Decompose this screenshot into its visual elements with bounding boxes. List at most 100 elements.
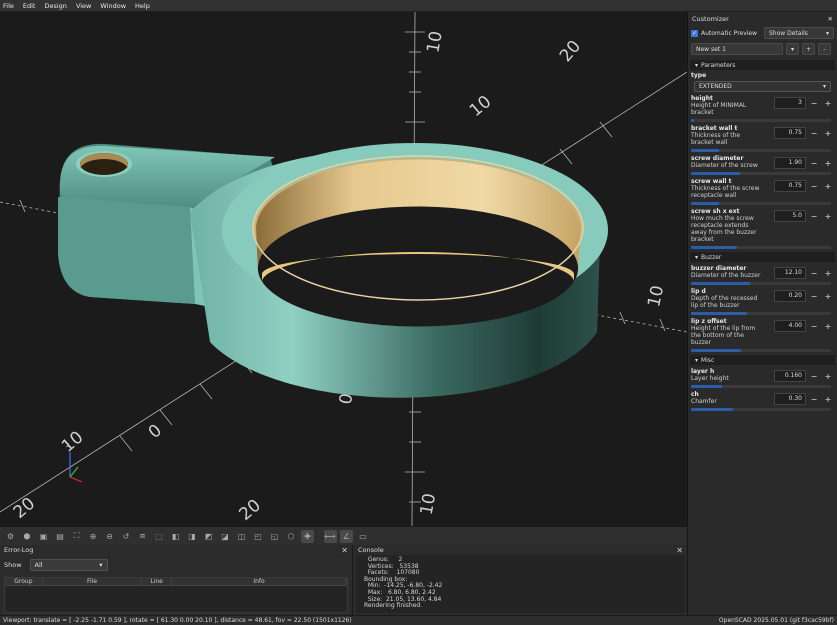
param-description: Height of MINIMAL bracket	[691, 102, 747, 116]
view-back-icon[interactable]: ◰	[252, 530, 265, 543]
decrement-button[interactable]: −	[808, 157, 820, 169]
show-filter-select[interactable]: All ▾	[29, 559, 108, 571]
decrement-button[interactable]: −	[808, 180, 820, 192]
menu-view[interactable]: View	[76, 2, 91, 10]
increment-button[interactable]: +	[822, 210, 834, 222]
section-misc[interactable]: ▾ Misc	[690, 355, 835, 365]
view-top-icon[interactable]: ◨	[186, 530, 199, 543]
decrement-button[interactable]: −	[808, 393, 820, 405]
param-row: 3− + height Height of MINIMAL bracket	[688, 95, 837, 122]
console-line: Rendering finished.	[364, 602, 423, 610]
remove-preset-button[interactable]: -	[818, 43, 831, 55]
preview-icon[interactable]: ⚙	[4, 530, 17, 543]
param-value-input[interactable]: 0.20	[774, 290, 806, 302]
param-slider[interactable]	[691, 246, 831, 249]
param-slider[interactable]	[691, 282, 831, 285]
add-preset-button[interactable]: +	[802, 43, 815, 55]
close-icon[interactable]: ✕	[341, 546, 348, 555]
chevron-down-icon: ▾	[825, 29, 829, 37]
param-row: 0.30− + ch Chamfer	[688, 391, 837, 411]
column-header[interactable]: Info	[172, 578, 347, 585]
param-value-input[interactable]: 0.160	[774, 370, 806, 382]
param-value-input[interactable]: 0.75	[774, 180, 806, 192]
param-value-input[interactable]: 12.10	[774, 267, 806, 279]
menu-design[interactable]: Design	[44, 2, 66, 10]
perspective-icon[interactable]: ⧈	[136, 530, 149, 543]
type-select[interactable]: EXTENDED ▾	[694, 81, 831, 92]
gizmo-z-label: z	[66, 442, 69, 449]
view-bottom-icon[interactable]: ◩	[202, 530, 215, 543]
param-slider[interactable]	[691, 408, 831, 411]
param-description: How much the screw receptacle extends aw…	[691, 215, 757, 243]
section-parameters[interactable]: ▾ Parameters	[690, 60, 835, 70]
show-details-select[interactable]: Show Details ▾	[764, 27, 834, 39]
param-value-input[interactable]: 1.90	[774, 157, 806, 169]
increment-button[interactable]: +	[822, 97, 834, 109]
show-axes-icon[interactable]: ✚	[301, 529, 314, 543]
chevron-down-icon[interactable]: ▾	[786, 43, 799, 55]
reset-view-icon[interactable]: ↺	[120, 530, 133, 543]
customizer-title: Customizer	[692, 14, 729, 23]
auto-preview-checkbox[interactable]: ✓	[691, 29, 698, 37]
decrement-button[interactable]: −	[808, 97, 820, 109]
column-header[interactable]: Group	[5, 578, 43, 585]
param-slider[interactable]	[691, 385, 831, 388]
param-value-input[interactable]: 4.00	[774, 320, 806, 332]
view-all-icon[interactable]: ⛶	[70, 530, 83, 543]
increment-button[interactable]: +	[822, 370, 834, 382]
view-diagonal-icon[interactable]: ◱	[268, 530, 281, 543]
increment-button[interactable]: +	[822, 180, 834, 192]
param-slider[interactable]	[691, 119, 831, 122]
menu-edit[interactable]: Edit	[23, 2, 36, 10]
decrement-button[interactable]: −	[808, 210, 820, 222]
param-slider[interactable]	[691, 202, 831, 205]
param-slider[interactable]	[691, 312, 831, 315]
view-right-icon[interactable]: ◧	[169, 530, 182, 543]
crosshairs-icon[interactable]: ▭	[357, 530, 370, 543]
increment-button[interactable]: +	[822, 320, 834, 332]
section-buzzer[interactable]: ▾ Buzzer	[690, 252, 835, 262]
param-value-input[interactable]: 0.75	[774, 127, 806, 139]
param-description: Diameter of the buzzer	[691, 272, 761, 279]
3d-viewport[interactable]: 10 20 10 10 20 10 10 20 0 0 z	[0, 12, 687, 526]
measure-distance-icon[interactable]: ⟷	[323, 529, 337, 543]
decrement-button[interactable]: −	[808, 320, 820, 332]
increment-button[interactable]: +	[822, 267, 834, 279]
decrement-button[interactable]: −	[808, 127, 820, 139]
export-stl-icon[interactable]: ▣	[37, 530, 50, 543]
param-slider[interactable]	[691, 149, 831, 152]
view-front-icon[interactable]: ◫	[235, 530, 248, 543]
menu-help[interactable]: Help	[135, 2, 150, 10]
param-slider[interactable]	[691, 349, 831, 352]
zoom-out-icon[interactable]: ⊖	[103, 530, 116, 543]
measure-angle-icon[interactable]: ∠	[340, 529, 353, 543]
increment-button[interactable]: +	[822, 127, 834, 139]
slider-fill	[691, 149, 719, 152]
orthogonal-icon[interactable]: ⬚	[153, 530, 166, 543]
menu-file[interactable]: File	[3, 2, 14, 10]
bracket-model	[58, 143, 608, 398]
decrement-button[interactable]: −	[808, 290, 820, 302]
column-header[interactable]: Line	[142, 578, 173, 585]
param-slider[interactable]	[691, 172, 831, 175]
preset-select[interactable]: New set 1	[691, 43, 783, 55]
menu-window[interactable]: Window	[100, 2, 126, 10]
close-icon[interactable]: ✕	[828, 15, 833, 23]
increment-button[interactable]: +	[822, 157, 834, 169]
param-value-input[interactable]: 3	[774, 97, 806, 109]
render-icon[interactable]: ⬢	[21, 530, 34, 543]
column-header[interactable]: File	[43, 578, 143, 585]
menu-bar: File Edit Design View Window Help	[0, 0, 837, 12]
close-icon[interactable]: ✕	[676, 546, 683, 555]
send-to-printer-icon[interactable]: ▤	[54, 530, 67, 543]
increment-button[interactable]: +	[822, 290, 834, 302]
param-value-input[interactable]: 0.30	[774, 393, 806, 405]
param-value-input[interactable]: 5.0	[774, 210, 806, 222]
show-edges-icon[interactable]: ⬡	[285, 530, 298, 543]
decrement-button[interactable]: −	[808, 267, 820, 279]
zoom-in-icon[interactable]: ⊕	[87, 530, 100, 543]
slider-fill	[691, 282, 750, 285]
view-left-icon[interactable]: ◪	[219, 530, 232, 543]
decrement-button[interactable]: −	[808, 370, 820, 382]
increment-button[interactable]: +	[822, 393, 834, 405]
